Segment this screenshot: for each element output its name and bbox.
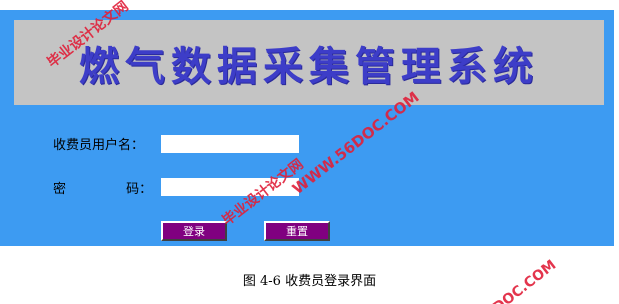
app-title: 燃气数据采集管理系统 (79, 43, 539, 90)
login-button[interactable]: 登录 (161, 221, 227, 241)
username-input[interactable] (161, 135, 299, 153)
login-window: 燃气数据采集管理系统 收费员用户名： 密 码： (0, 10, 614, 246)
username-label: 收费员用户名： (53, 138, 145, 153)
reset-button[interactable]: 重置 (264, 221, 330, 241)
password-label-char1: 密 (53, 182, 67, 197)
password-label-char2: 码： (126, 182, 153, 197)
page: 燃气数据采集管理系统 收费员用户名： 密 码： 登录 重置 图 4-6 收费员登… (0, 0, 619, 304)
password-label: 密 码： (53, 178, 152, 197)
